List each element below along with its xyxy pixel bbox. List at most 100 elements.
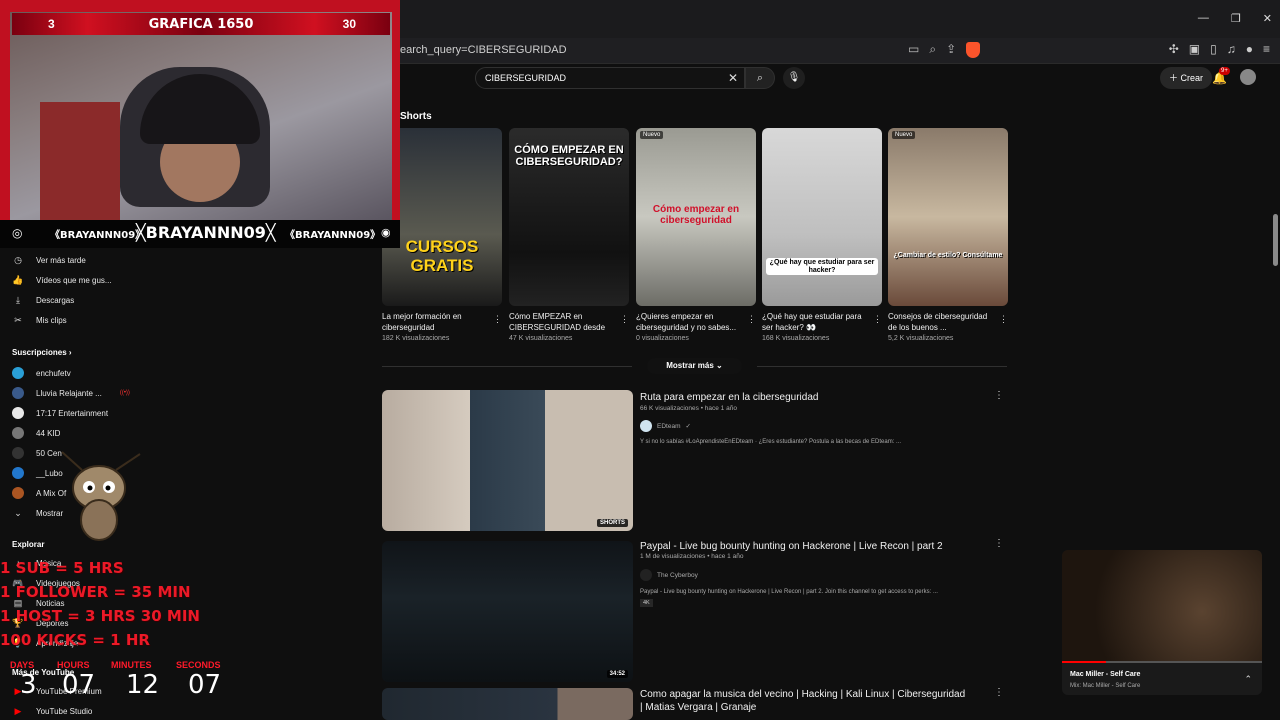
- scissors-icon: ✂: [14, 314, 22, 325]
- short-card[interactable]: CURSOS GRATIS La mejor formación en cibe…: [382, 128, 502, 342]
- short-thumbnail[interactable]: CURSOS GRATIS: [382, 128, 502, 306]
- more-options-icon[interactable]: ⋮: [873, 314, 882, 325]
- shorts-heading: Shorts: [400, 111, 432, 122]
- music-icon[interactable]: ♫: [1227, 42, 1236, 56]
- show-more-label: Mostrar más: [666, 361, 714, 370]
- video-channel[interactable]: EDteam ✓: [640, 420, 691, 432]
- clock-icon: ◷: [14, 254, 22, 265]
- channel-name: The Cyberboy: [657, 571, 698, 579]
- duration-badge: 34:52: [606, 670, 628, 678]
- sidebar-item-downloads[interactable]: ⤓ Descargas: [12, 293, 74, 307]
- subathon-rules: 1 SUB = 5 HRS 1 FOLLOWER = 35 MIN 1 HOST…: [0, 556, 210, 652]
- more-options-icon[interactable]: ⋮: [994, 538, 1004, 549]
- create-button[interactable]: ＋ Crear: [1160, 67, 1213, 89]
- social-handle-center: ╳BRAYANNN09╳: [136, 223, 276, 242]
- short-card[interactable]: Nuevo ¿Cambiar de estilo? Consúltame Con…: [888, 128, 1008, 342]
- mini-player-video[interactable]: [1062, 550, 1262, 662]
- short-title[interactable]: La mejor formación en ciberseguridad: [382, 311, 486, 333]
- short-thumbnail[interactable]: Nuevo Cómo empezar en ciberseguridad: [636, 128, 756, 306]
- short-overlay-text: Cómo empezar en ciberseguridad: [652, 204, 740, 226]
- short-title[interactable]: ¿Qué hay que estudiar para ser hacker? 👀: [762, 311, 866, 333]
- sidebar-item-watch-later[interactable]: ◷ Ver más tarde: [12, 253, 86, 267]
- video-thumbnail[interactable]: [382, 688, 633, 720]
- video-thumbnail[interactable]: 34:52: [382, 541, 633, 682]
- short-thumbnail[interactable]: CÓMO EMPEZAR EN CIBERSEGURIDAD?: [509, 128, 629, 306]
- search-icon: ⌕: [756, 72, 764, 84]
- short-card[interactable]: ¿Qué hay que estudiar para ser hacker? ¿…: [762, 128, 882, 342]
- search-input[interactable]: CIBERSEGURIDAD ✕: [475, 67, 745, 89]
- subscription-item[interactable]: 17:17 Entertainment: [12, 406, 108, 420]
- sidebar-item-clips[interactable]: ✂ Mis clips: [12, 313, 67, 327]
- close-window-button[interactable]: ✕: [1263, 12, 1272, 25]
- create-label: Crear: [1180, 73, 1204, 83]
- chevron-up-icon[interactable]: ⌃: [1244, 674, 1252, 685]
- maximize-button[interactable]: ❐: [1231, 12, 1241, 25]
- new-badge: Nuevo: [640, 131, 664, 139]
- video-thumbnail[interactable]: SHORTS: [382, 390, 633, 531]
- short-thumbnail[interactable]: Nuevo ¿Cambiar de estilo? Consúltame: [888, 128, 1008, 306]
- 4k-badge: 4K: [640, 599, 653, 607]
- more-options-icon[interactable]: ⋮: [999, 314, 1008, 325]
- verified-icon: ✓: [685, 423, 691, 430]
- bookmark-icon[interactable]: ▯: [1210, 42, 1217, 56]
- scrollbar-thumb[interactable]: [1273, 214, 1278, 266]
- show-more-shorts-button[interactable]: Mostrar más ⌄: [647, 358, 742, 374]
- short-title[interactable]: Consejos de ciberseguridad de los buenos…: [888, 311, 992, 333]
- search-query[interactable]: CIBERSEGURIDAD: [485, 73, 566, 83]
- tab-icon[interactable]: ▣: [1189, 42, 1200, 56]
- social-bar: ◎ 《BRAYANNN09》 ╳BRAYANNN09╳ 《BRAYANNN09》…: [0, 220, 400, 248]
- subscriptions-heading[interactable]: Suscripciones ›: [12, 348, 72, 357]
- sidebar-item-label: Vídeos que me gus...: [36, 275, 112, 285]
- short-title[interactable]: Cómo EMPEZAR en CIBERSEGURIDAD desde ...: [509, 311, 613, 333]
- share-icon[interactable]: ⇪: [946, 42, 956, 58]
- url-field[interactable]: earch_query=CIBERSEGURIDAD: [400, 44, 567, 56]
- sidebar-item-liked-videos[interactable]: 👍 Vídeos que me gus...: [12, 273, 112, 287]
- cam-title: GRAFICA 1650: [148, 17, 254, 32]
- video-description: Y si no lo sabías #LoAprendisteEnEDteam …: [640, 439, 902, 445]
- menu-icon[interactable]: ≡: [1263, 42, 1270, 56]
- zoom-icon[interactable]: ⌕: [929, 42, 936, 58]
- mini-player[interactable]: Mac Miller - Self Care Mix: Mac Miller -…: [1062, 550, 1262, 695]
- more-options-icon[interactable]: ⋮: [493, 314, 502, 325]
- cast-icon[interactable]: ▭: [908, 42, 919, 58]
- mini-player-title: Mac Miller - Self Care: [1070, 671, 1141, 678]
- page-scrollbar[interactable]: [1271, 64, 1280, 720]
- subscription-item[interactable]: Lluvia Relajante ... ((•)): [12, 386, 130, 400]
- subscription-item[interactable]: enchufetv: [12, 366, 71, 380]
- minimize-button[interactable]: —: [1198, 12, 1209, 25]
- sidebar-item-label: YouTube Studio: [36, 706, 93, 716]
- channel-avatar: [12, 487, 24, 499]
- account-avatar[interactable]: [1240, 69, 1256, 85]
- background-shelf: [40, 102, 120, 220]
- clear-search-icon[interactable]: ✕: [728, 71, 738, 85]
- more-options-icon[interactable]: ⋮: [747, 314, 756, 325]
- video-title[interactable]: Ruta para empezar en la ciberseguridad: [640, 391, 970, 404]
- profile-icon[interactable]: ●: [1246, 42, 1253, 56]
- video-title[interactable]: Como apagar la musica del vecino | Hacki…: [640, 688, 970, 714]
- short-views: 168 K visualizaciones: [762, 335, 830, 342]
- mini-player-subtitle: Mix: Mac Miller - Self Care: [1070, 683, 1141, 689]
- timer-minutes: 12: [126, 670, 160, 700]
- voice-search-button[interactable]: 🎙: [783, 67, 805, 89]
- mini-player-progress-fill: [1062, 661, 1106, 663]
- short-thumbnail[interactable]: ¿Qué hay que estudiar para ser hacker?: [762, 128, 882, 306]
- brave-shield-icon[interactable]: [966, 42, 981, 58]
- short-card[interactable]: Nuevo Cómo empezar en ciberseguridad ¿Qu…: [636, 128, 756, 342]
- short-title[interactable]: ¿Quieres empezar en ciberseguridad y no …: [636, 311, 740, 333]
- chevron-down-icon: ⌄: [716, 361, 723, 370]
- subscription-item[interactable]: 44 KID: [12, 426, 60, 440]
- more-options-icon[interactable]: ⋮: [994, 687, 1004, 698]
- more-options-icon[interactable]: ⋮: [620, 314, 629, 325]
- search-button[interactable]: ⌕: [745, 67, 775, 89]
- mini-player-progress[interactable]: [1062, 661, 1262, 663]
- sidebar-item-label: Mis clips: [36, 315, 67, 325]
- address-icons: ▭ ⌕ ⇪: [908, 42, 981, 58]
- sidebar-item-studio[interactable]: ▶ YouTube Studio: [12, 704, 93, 718]
- channel-avatar: [640, 569, 652, 581]
- window-controls: — ❐ ✕: [1198, 12, 1272, 25]
- video-channel[interactable]: The Cyberboy: [640, 569, 698, 581]
- more-options-icon[interactable]: ⋮: [994, 390, 1004, 401]
- video-title[interactable]: Paypal - Live bug bounty hunting on Hack…: [640, 540, 970, 553]
- extensions-icon[interactable]: ✣: [1169, 42, 1179, 56]
- short-card[interactable]: CÓMO EMPEZAR EN CIBERSEGURIDAD? Cómo EMP…: [509, 128, 629, 342]
